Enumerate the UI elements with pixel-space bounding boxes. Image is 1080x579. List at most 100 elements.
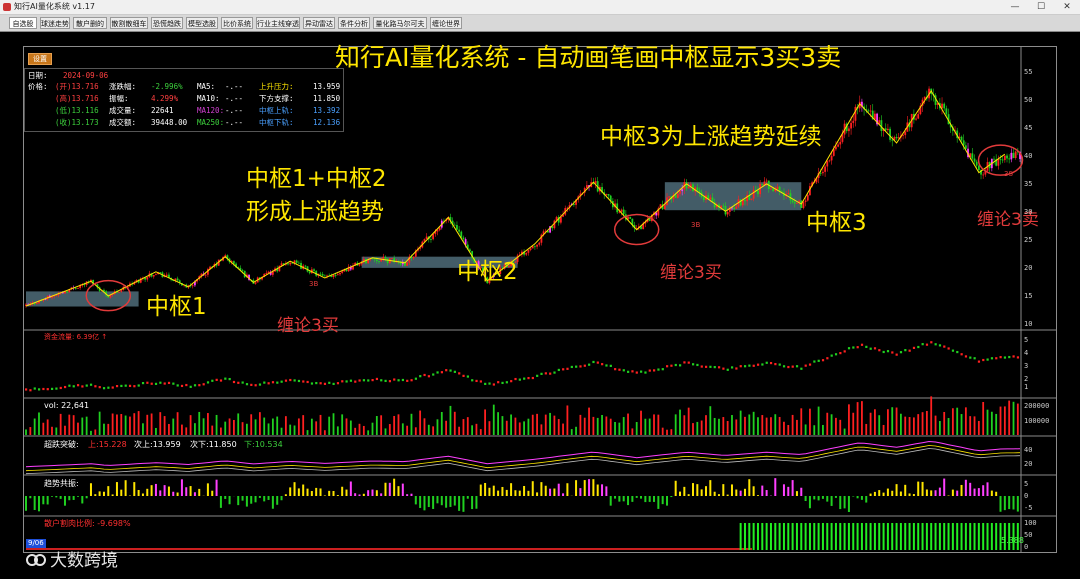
break-tick-40: 40 bbox=[1024, 446, 1033, 454]
date-value: 2024-09-06 bbox=[63, 71, 109, 80]
trend-bar bbox=[501, 486, 504, 496]
candle-body bbox=[332, 275, 335, 278]
fund-flow-point bbox=[540, 372, 543, 375]
trend-bar bbox=[834, 496, 837, 498]
volume-bar bbox=[198, 411, 201, 435]
candle-body bbox=[681, 189, 684, 191]
volume-bar bbox=[449, 405, 452, 435]
trend-bar bbox=[973, 488, 976, 496]
candle-body bbox=[733, 207, 736, 209]
trend-bar bbox=[141, 493, 144, 496]
retail-bar bbox=[921, 523, 924, 550]
trend-bar bbox=[674, 480, 677, 496]
trend-bar bbox=[206, 483, 209, 496]
trend-bar bbox=[29, 496, 32, 499]
settings-button[interactable]: 设置 bbox=[28, 53, 52, 65]
volume-bar bbox=[328, 416, 331, 435]
fund-flow-point bbox=[159, 381, 162, 384]
trend-bar bbox=[427, 496, 430, 508]
trend-bar bbox=[224, 496, 227, 499]
trend-bar bbox=[1016, 496, 1019, 512]
volume-bar bbox=[986, 409, 989, 435]
volume-bar bbox=[601, 414, 603, 435]
fund-flow-point bbox=[163, 382, 166, 385]
low-price: (低)13.116 bbox=[55, 106, 99, 115]
candle-body bbox=[289, 262, 292, 265]
volume-bar bbox=[605, 416, 608, 435]
trend-bar bbox=[384, 482, 387, 496]
candle-body bbox=[850, 122, 852, 129]
trend-bar bbox=[462, 496, 465, 512]
volume-bar bbox=[98, 411, 101, 435]
trend-bar bbox=[319, 488, 322, 496]
candle-body bbox=[687, 186, 690, 189]
candle-body bbox=[945, 108, 948, 115]
fund-flow-point bbox=[453, 370, 456, 373]
trend-bar bbox=[579, 488, 582, 496]
candle-body bbox=[772, 188, 775, 192]
volume-bar bbox=[653, 414, 655, 435]
volume-bar bbox=[42, 422, 45, 435]
trend-bar bbox=[765, 490, 768, 496]
trend-bar bbox=[315, 487, 318, 496]
volume-bar bbox=[774, 414, 777, 435]
volume-bar bbox=[505, 420, 508, 435]
price-tick-25: 25 bbox=[1024, 236, 1033, 244]
retail-bar bbox=[756, 523, 759, 550]
volume-bar bbox=[787, 424, 790, 435]
volume-bar bbox=[938, 421, 941, 435]
price-tick-50: 50 bbox=[1024, 96, 1033, 104]
volume-bar bbox=[380, 415, 383, 435]
fund-flow-point bbox=[735, 367, 738, 370]
volume-bar bbox=[336, 426, 339, 435]
fund-flow-point bbox=[128, 384, 132, 387]
volume-bar bbox=[796, 419, 798, 435]
trend-bar bbox=[466, 496, 469, 499]
trend-bar bbox=[873, 491, 876, 496]
fund-flow-point bbox=[804, 364, 807, 367]
volume-bar bbox=[475, 423, 478, 435]
candle-body bbox=[1014, 151, 1017, 159]
fund-flow-point bbox=[436, 371, 439, 374]
trend-bar bbox=[401, 483, 404, 496]
candle-body bbox=[321, 274, 324, 276]
volume-bar bbox=[692, 423, 694, 435]
trend-bar bbox=[717, 494, 720, 496]
ma5-value: -.-- bbox=[225, 82, 244, 91]
retail-bar bbox=[748, 523, 751, 550]
volume-bar bbox=[696, 421, 699, 435]
volume-bar bbox=[185, 427, 188, 435]
volume-bar bbox=[722, 417, 725, 435]
trend-bar bbox=[726, 494, 729, 496]
fund-flow-point bbox=[583, 364, 586, 367]
candle-body bbox=[430, 239, 432, 240]
volume-bar bbox=[280, 427, 283, 435]
volume-bar bbox=[211, 425, 214, 435]
trend-bar bbox=[185, 487, 188, 496]
volume-bar bbox=[874, 409, 876, 435]
trend-bar bbox=[687, 494, 690, 496]
fund-flow-point bbox=[289, 378, 292, 382]
retail-bar bbox=[852, 523, 855, 550]
trend-bar bbox=[748, 479, 751, 496]
candle-body bbox=[204, 274, 207, 276]
fund-flow-point bbox=[640, 370, 643, 373]
fund-flow-point bbox=[410, 379, 413, 382]
candle-body bbox=[534, 246, 536, 248]
volume-bar bbox=[440, 412, 443, 435]
volume-bar bbox=[912, 417, 915, 435]
fund-flow-point bbox=[514, 377, 517, 381]
volume-bar bbox=[843, 428, 846, 435]
candle-body bbox=[757, 190, 759, 195]
trend-bar bbox=[592, 479, 595, 496]
volume-bar bbox=[592, 416, 595, 435]
trend-bar bbox=[254, 496, 257, 503]
retail-bar bbox=[878, 523, 881, 550]
volume-bar bbox=[995, 413, 998, 435]
fund-flow-point bbox=[631, 370, 634, 373]
volume-bar bbox=[159, 412, 162, 435]
fund-flow-point bbox=[960, 353, 963, 356]
fund-flow-point bbox=[765, 361, 768, 364]
candle-body bbox=[674, 194, 677, 198]
volume-bar bbox=[596, 417, 599, 435]
